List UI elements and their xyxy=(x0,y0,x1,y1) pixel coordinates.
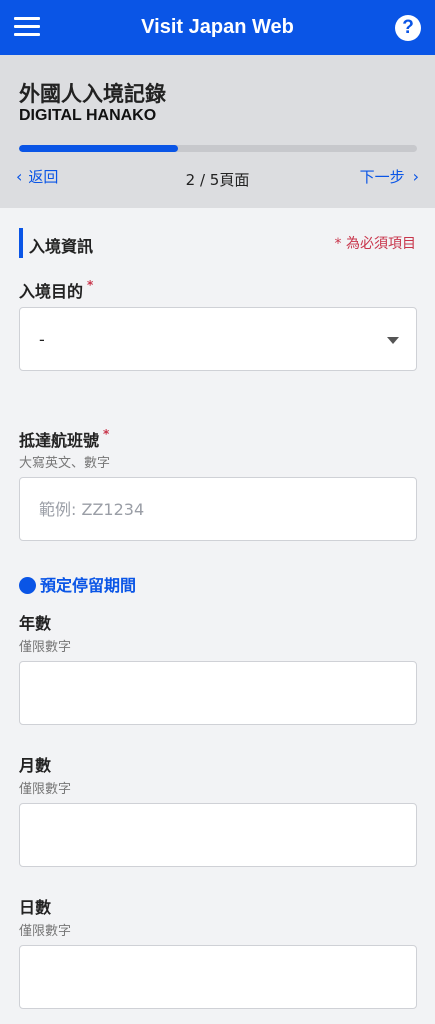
help-icon[interactable]: ? xyxy=(395,15,421,41)
purpose-label-text: 入境目的 xyxy=(19,282,84,301)
flight-number-field xyxy=(19,477,417,541)
days-field xyxy=(19,945,417,1009)
stay-period-title: 預定停留期間 xyxy=(40,576,137,595)
progress-bar xyxy=(19,145,417,152)
years-hint: 僅限數字 xyxy=(19,640,72,655)
months-label: 月數 xyxy=(19,756,52,775)
top-app-bar: Visit Japan Web ? xyxy=(0,0,435,55)
page-title: 外國人入境記錄 xyxy=(19,82,166,106)
years-input[interactable] xyxy=(20,662,416,724)
flight-number-input[interactable] xyxy=(20,478,416,540)
progress-fill xyxy=(19,145,179,152)
stay-period-heading: 預定停留期間 xyxy=(19,572,136,596)
chevron-right-icon: › xyxy=(412,167,419,186)
flight-hint: 大寫英文、數字 xyxy=(19,456,111,471)
person-name: DIGITAL HANAKO xyxy=(19,107,157,124)
flight-label: 抵達航班號 * xyxy=(19,427,109,451)
years-label: 年數 xyxy=(19,614,52,633)
dot-icon xyxy=(19,577,36,594)
months-hint: 僅限數字 xyxy=(19,782,72,797)
days-input[interactable] xyxy=(20,946,416,1008)
next-label: 下一步 xyxy=(359,168,405,186)
years-field xyxy=(19,661,417,725)
purpose-select[interactable]: - xyxy=(19,307,417,371)
flight-label-text: 抵達航班號 xyxy=(19,431,100,450)
days-label: 日數 xyxy=(19,898,52,917)
required-mark: * xyxy=(103,427,110,441)
purpose-label: 入境目的 * xyxy=(19,278,93,302)
days-hint: 僅限數字 xyxy=(19,924,72,939)
section-marker xyxy=(19,228,23,258)
months-input[interactable] xyxy=(20,804,416,866)
months-field xyxy=(19,803,417,867)
caret-down-icon xyxy=(387,337,399,344)
section-title: 入境資訊 xyxy=(29,237,94,256)
required-note: * 為必須項目 xyxy=(334,236,416,252)
purpose-selected-value: - xyxy=(39,330,45,349)
next-button[interactable]: 下一步 › xyxy=(360,166,419,187)
app-title: Visit Japan Web xyxy=(141,16,294,38)
required-mark: * xyxy=(87,278,94,292)
